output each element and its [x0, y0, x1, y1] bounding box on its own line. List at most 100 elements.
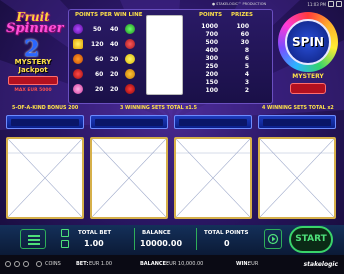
reel-4 [258, 115, 336, 219]
paytable-points: 20 [110, 56, 119, 63]
points-value: 500 [205, 39, 218, 46]
five-of-a-kind-bonus: 5-OF-A-KIND BONUS 200 [12, 106, 79, 111]
producer-label: ● STAKELOGIC™ PRODUCTION [212, 2, 267, 6]
total-points-value: 0 [224, 239, 230, 248]
menu-icon-line [28, 243, 40, 245]
winning-sets-bar: 5-OF-A-KIND BONUS 200 3 WINNING SETS TOT… [4, 105, 342, 114]
bet-stepper [60, 229, 70, 249]
history-icon[interactable] [23, 261, 29, 267]
four-sets-multiplier: 4 WINNING SETS TOTAL x2 [262, 106, 334, 111]
reel-window[interactable] [174, 137, 252, 219]
balance-value: 10000.00 [140, 239, 183, 248]
plum-icon [73, 24, 83, 34]
game-stage: ● STAKELOGIC™ PRODUCTION 11:03 PM Fruit … [0, 0, 344, 274]
prize-value: 8 [244, 47, 249, 54]
replay-icon [267, 233, 279, 245]
mystery-label: MYSTERY [292, 73, 324, 80]
prize-value: 4 [244, 71, 249, 78]
clock: 11:03 PM [307, 2, 326, 7]
footer-bet-value: EUR 1.00 [89, 261, 113, 267]
paytable-points: 40 [110, 41, 119, 48]
sound-icon[interactable] [14, 261, 20, 267]
paytable-points: 40 [110, 26, 119, 33]
paytable-points: 60 [95, 56, 104, 63]
menu-button[interactable] [20, 229, 46, 249]
points-value: 200 [205, 71, 218, 78]
menu-icon [28, 235, 40, 237]
menu-icon-line [28, 239, 40, 241]
reel-indicator [6, 115, 84, 129]
reel-window[interactable] [258, 137, 336, 219]
divider [134, 228, 135, 250]
points-value: 100 [205, 87, 218, 94]
prize-value: 60 [240, 31, 249, 38]
strawberry-icon [125, 39, 135, 49]
total-points-field: TOTAL POINTS 0 [200, 228, 260, 250]
reel-window[interactable] [6, 137, 84, 219]
spin-wheel: SPIN [278, 12, 338, 72]
reel-window[interactable] [90, 137, 168, 219]
footer-bar: COINS BET: EUR 1.00 BALANCE: EUR 10,000.… [0, 255, 344, 274]
apricot-icon [125, 69, 135, 79]
lemon-icon [125, 54, 135, 64]
points-value: 700 [205, 31, 218, 38]
mystery-jackpot-label: MYSTERY Jackpot [6, 58, 60, 74]
spin-button[interactable]: SPIN [285, 19, 331, 65]
prize-value: 5 [244, 63, 249, 70]
jackpot-max-label: MAX EUR 5000 [14, 88, 52, 93]
points-value: 300 [205, 55, 218, 62]
prizes-column-header: PRIZES [231, 12, 254, 18]
paytable-points: 120 [91, 41, 104, 48]
peach-icon [73, 84, 83, 94]
prize-value: 3 [244, 79, 249, 86]
settings-icon[interactable] [328, 1, 334, 7]
paytable-symbol-window [146, 15, 183, 95]
total-bet-value: 1.00 [84, 239, 104, 248]
seven-icon [73, 69, 83, 79]
points-value: 250 [205, 63, 218, 70]
mystery-jackpot-line2: Jackpot [18, 65, 48, 74]
coins-label: COINS [45, 261, 61, 267]
close-icon[interactable] [336, 1, 342, 7]
total-points-label: TOTAL POINTS [204, 230, 249, 236]
stakelogic-logo: stakelogic [303, 261, 338, 268]
paytable: POINTS PER WIN LINE POINTS PRIZES 50 120… [68, 9, 273, 104]
reel-2 [90, 115, 168, 219]
autoplay-button[interactable] [264, 229, 282, 249]
reel-indicator [174, 115, 252, 129]
prize-value: 30 [240, 39, 249, 46]
coins-icon [36, 261, 42, 267]
reel-1 [6, 115, 84, 219]
paytable-points: 20 [95, 86, 104, 93]
logo-title: Fruit Spinner [6, 11, 64, 36]
paytable-points: 60 [95, 71, 104, 78]
balance-label: BALANCE [142, 230, 171, 236]
reel-indicator [90, 115, 168, 129]
three-sets-multiplier: 3 WINNING SETS TOTAL x1.5 [120, 106, 197, 111]
home-icon[interactable] [5, 261, 11, 267]
reel-3 [174, 115, 252, 219]
watermelon-icon [125, 24, 135, 34]
increase-bet-button[interactable] [61, 229, 69, 237]
game-logo: Fruit Spinner 2 MYSTERY Jackpot MAX EUR … [4, 10, 64, 102]
orange-icon [73, 54, 83, 64]
decrease-bet-button[interactable] [61, 240, 69, 248]
points-per-line-header: POINTS PER WIN LINE [75, 12, 143, 18]
control-bar: TOTAL BET 1.00 BALANCE 10000.00 TOTAL PO… [0, 225, 344, 255]
bell-icon [73, 39, 83, 49]
logo-title-line2: Spinner [6, 21, 64, 36]
paytable-points: 20 [110, 86, 119, 93]
cherry-icon [125, 84, 135, 94]
prize-value: 2 [244, 87, 249, 94]
points-value: 1000 [201, 23, 218, 30]
divider [196, 228, 197, 250]
top-status-bar: ● STAKELOGIC™ PRODUCTION 11:03 PM [212, 1, 342, 9]
footer-win-value: EUR [248, 261, 259, 267]
start-button[interactable]: START [289, 226, 333, 253]
total-bet-label: TOTAL BET [78, 230, 112, 236]
paytable-points: 20 [110, 71, 119, 78]
points-value: 400 [205, 47, 218, 54]
balance-field: BALANCE 10000.00 [136, 228, 196, 250]
paytable-points: 50 [93, 26, 102, 33]
footer-bet-label: BET: [76, 261, 89, 267]
